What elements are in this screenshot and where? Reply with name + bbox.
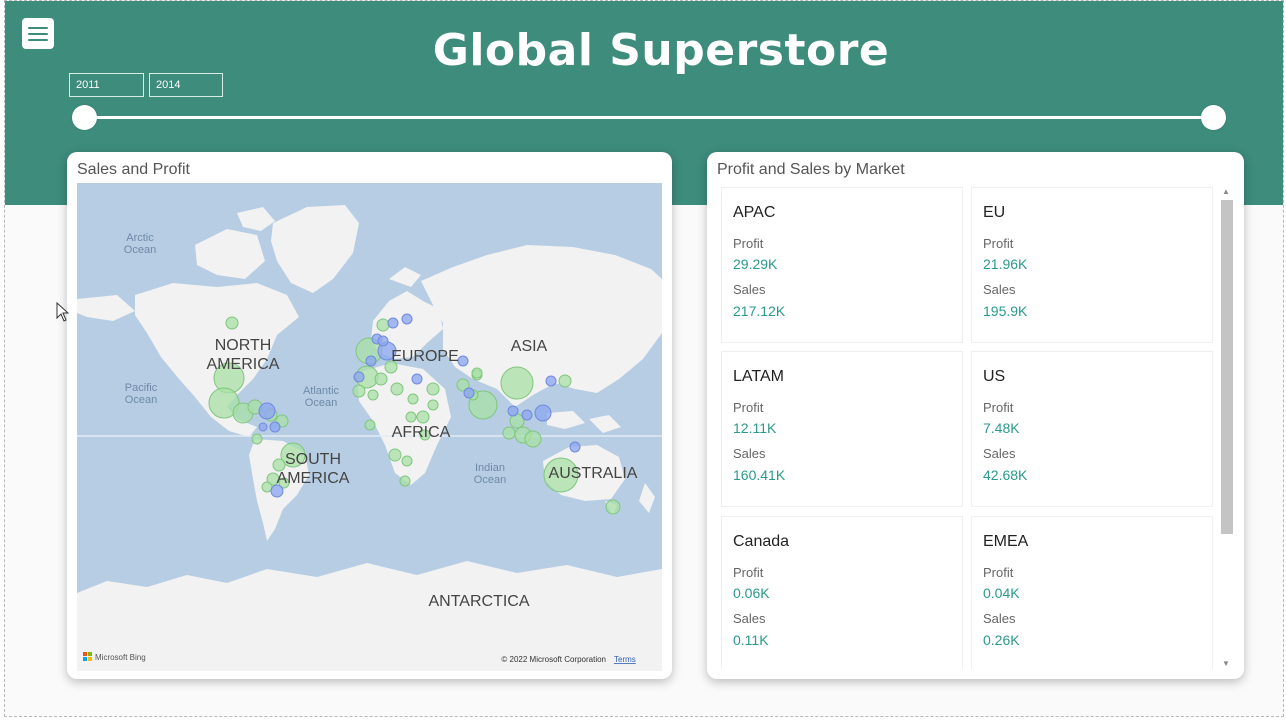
mouse-cursor-icon	[56, 302, 70, 322]
market-name: US	[983, 368, 1006, 385]
asia-label: ASIA	[511, 338, 548, 355]
date-range-start-handle[interactable]	[72, 105, 97, 130]
market-scrollbar[interactable]: ▲ ▼	[1219, 186, 1233, 670]
sales-label: Sales	[733, 611, 766, 626]
sales-label: Sales	[983, 611, 1016, 626]
market-tile-latam[interactable]: LATAM Profit 12.11K Sales 160.41K	[721, 351, 963, 507]
date-range-end-input[interactable]	[149, 73, 223, 97]
bing-logo-text: Microsoft Bing	[95, 653, 146, 662]
market-tile-canada[interactable]: Canada Profit 0.06K Sales 0.11K	[721, 516, 963, 669]
profit-value: 12.11K	[733, 420, 777, 436]
date-range-start-input[interactable]	[69, 73, 144, 97]
sales-value: 195.9K	[983, 303, 1028, 319]
africa-label: AFRICA	[392, 424, 451, 441]
bing-logo-icon	[83, 652, 87, 656]
sales-label: Sales	[983, 282, 1016, 297]
profit-label: Profit	[733, 565, 764, 580]
sales-profit-map-card: Sales and Profit Arctic Ocean Pacific Oc…	[67, 152, 672, 679]
profit-value: 0.06K	[733, 585, 770, 601]
date-range-end-handle[interactable]	[1201, 105, 1226, 130]
profit-value: 0.04K	[983, 585, 1020, 601]
sales-label: Sales	[733, 282, 766, 297]
indian-ocean-label-2: Ocean	[474, 474, 506, 486]
atlantic-ocean-label-2: Ocean	[305, 397, 337, 409]
sales-value: 0.11K	[733, 632, 769, 648]
market-tile-emea[interactable]: EMEA Profit 0.04K Sales 0.26K	[971, 516, 1213, 669]
arctic-ocean-label: Arctic	[126, 232, 154, 244]
south-america-label: SOUTH	[285, 451, 341, 468]
pacific-ocean-label-2: Ocean	[125, 394, 157, 406]
scroll-down-icon[interactable]: ▼	[1219, 658, 1233, 670]
map-card-title: Sales and Profit	[77, 161, 190, 178]
market-tile-us[interactable]: US Profit 7.48K Sales 42.68K	[971, 351, 1213, 507]
arctic-ocean-label-2: Ocean	[124, 244, 156, 256]
sales-value: 42.68K	[983, 467, 1028, 483]
map-copyright: © 2022 Microsoft Corporation	[501, 655, 606, 664]
map-terms-link[interactable]: Terms	[614, 655, 636, 664]
profit-value: 29.29K	[733, 256, 778, 272]
europe-label: EUROPE	[391, 348, 459, 365]
profit-value: 21.96K	[983, 256, 1028, 272]
market-card-title: Profit and Sales by Market	[717, 161, 905, 178]
australia-label: AUSTRALIA	[549, 465, 638, 482]
profit-sales-market-card: Profit and Sales by Market APAC Profit 2…	[707, 152, 1244, 679]
north-america-label-2: AMERICA	[207, 356, 280, 373]
market-name: EMEA	[983, 533, 1029, 550]
profit-label: Profit	[983, 236, 1014, 251]
sales-value: 0.26K	[983, 632, 1020, 648]
profit-label: Profit	[733, 400, 764, 415]
market-name: LATAM	[733, 368, 784, 385]
date-range-slider-track[interactable]	[85, 116, 1213, 119]
scrollbar-thumb[interactable]	[1221, 200, 1233, 534]
pacific-ocean-label: Pacific	[125, 382, 158, 394]
market-name: APAC	[733, 204, 776, 221]
market-tile-apac[interactable]: APAC Profit 29.29K Sales 217.12K	[721, 187, 963, 343]
world-bubble-map[interactable]: Arctic Ocean Pacific Ocean Atlantic Ocea…	[77, 183, 662, 671]
sales-value: 160.41K	[733, 467, 786, 483]
report-canvas: Global Superstore Sales and Profit	[4, 0, 1284, 717]
market-name: EU	[983, 204, 1006, 221]
antarctica-label: ANTARCTICA	[428, 593, 529, 610]
profit-label: Profit	[733, 236, 764, 251]
world-map-svg[interactable]: Arctic Ocean Pacific Ocean Atlantic Ocea…	[77, 183, 662, 671]
sales-value: 217.12K	[733, 303, 786, 319]
profit-label: Profit	[983, 565, 1014, 580]
south-america-label-2: AMERICA	[277, 470, 350, 487]
sales-label: Sales	[983, 446, 1016, 461]
page-title: Global Superstore	[432, 25, 890, 76]
scroll-up-icon[interactable]: ▲	[1219, 186, 1233, 198]
atlantic-ocean-label: Atlantic	[303, 385, 340, 397]
market-tile-eu[interactable]: EU Profit 21.96K Sales 195.9K	[971, 187, 1213, 343]
profit-label: Profit	[983, 400, 1014, 415]
market-name: Canada	[733, 533, 790, 550]
north-america-label: NORTH	[215, 337, 272, 354]
sales-label: Sales	[733, 446, 766, 461]
indian-ocean-label: Indian	[475, 462, 505, 474]
profit-value: 7.48K	[983, 420, 1020, 436]
market-tiles-scroll-area[interactable]: APAC Profit 29.29K Sales 217.12K EU Prof…	[721, 187, 1216, 669]
